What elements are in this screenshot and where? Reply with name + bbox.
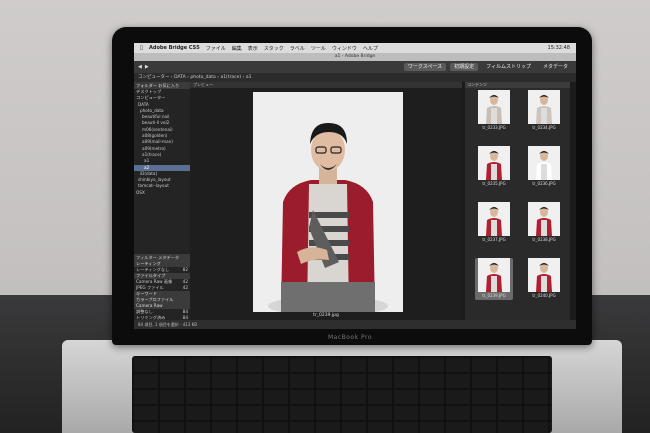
thumbnail-label: tr_0239.JPG [482,293,506,298]
menu-window[interactable]: ウィンドウ [332,45,357,52]
toolbar: ◀ ▶ ワークスペース 初期設定 フィルムストリップ メタデータ [134,61,576,73]
thumbnail-label: tr_0235.JPG [482,181,506,186]
window-title: a1 - Adobe Bridge [134,53,576,61]
thumbnail-label: tr_0240.JPG [532,293,556,298]
metadata-filter-panel: フィルター メタデータ レーティング レーティングなし 82 ファイルタイプ Camer… [134,254,190,321]
thumbnail-image [528,202,560,236]
portrait-illustration [253,92,403,312]
thumbnail-label: tr_0236.JPG [532,181,556,186]
menu-tools[interactable]: ツール [311,45,326,52]
menu-stack[interactable]: スタック [264,45,284,52]
thumbnail-label: tr_0234.JPG [532,125,556,130]
apple-icon[interactable]:  [140,45,143,51]
laptop-brand-label: MacBook Pro [327,334,372,341]
thumbnail-image [478,90,510,124]
preview-caption: tr_0239.jpg [313,313,339,318]
thumbnail-label: tr_0233.JPG [482,125,506,130]
folders-panel-header[interactable]: フォルダー お気に入り [134,82,190,89]
thumbnail-label: tr_0237.JPG [482,237,506,242]
thumbnail-image [528,90,560,124]
thumbnail[interactable]: tr_0234.JPG [525,90,563,132]
content-panel: コンテンツ tr_0233.JPG tr_0234.JPG tr_0235.JPG t… [465,82,570,320]
forward-icon[interactable]: ▶ [145,64,149,70]
app-name[interactable]: Adobe Bridge CS5 [149,45,200,51]
thumbnail[interactable]: tr_0233.JPG [475,90,513,132]
thumbnail-label: tr_0238.JPG [532,237,556,242]
filter-count: 82 [182,267,188,272]
thumbnail[interactable]: tr_0238.JPG [525,202,563,244]
preview-photo[interactable] [253,92,403,312]
menu-help[interactable]: ヘルプ [363,45,378,52]
thumbnail[interactable]: tr_0240.JPG [525,258,563,300]
tree-item[interactable]: OSX [134,190,190,196]
content-panel-header[interactable]: コンテンツ [465,82,570,88]
clock: 15:32:48 [547,45,570,51]
thumbnail[interactable]: tr_0236.JPG [525,146,563,188]
status-bar: 84 項目, 1 項目を選択 - 413 KB [134,320,576,329]
tab-metadata[interactable]: メタデータ [538,63,572,71]
thumbnail-image [528,146,560,180]
preview-panel-header[interactable]: プレビュー [190,82,462,88]
menu-file[interactable]: ファイル [206,45,226,52]
keyboard [132,356,552,433]
tab-filmstrip[interactable]: フィルムストリップ [482,63,535,71]
thumbnail-image [478,146,510,180]
back-icon[interactable]: ◀ [138,64,142,70]
thumbnail[interactable]: tr_0239.JPG [475,258,513,300]
menu-label[interactable]: ラベル [290,45,305,52]
menu-bar:  Adobe Bridge CS5 ファイル 編集 表示 スタック ラベル ツ… [134,43,576,53]
thumbnail-image [478,202,510,236]
tab-essentials[interactable]: 初期設定 [450,63,479,71]
workspace-button[interactable]: ワークスペース [403,63,447,71]
thumbnail[interactable]: tr_0235.JPG [475,146,513,188]
menu-edit[interactable]: 編集 [232,45,242,52]
thumbnail-image [528,258,560,292]
breadcrumb[interactable]: コンピューター › DATA › photo_data › a1(trace) … [134,73,576,82]
preview-panel: プレビュー tr_0239.jpg [190,82,462,320]
laptop-screen:  Adobe Bridge CS5 ファイル 編集 表示 スタック ラベル ツ… [134,43,576,329]
filter-count: 42 [182,285,188,290]
menu-view[interactable]: 表示 [248,45,258,52]
filter-panel-header[interactable]: フィルター メタデータ [134,254,190,261]
thumbnail-image [478,258,510,292]
thumbnail[interactable]: tr_0237.JPG [475,202,513,244]
